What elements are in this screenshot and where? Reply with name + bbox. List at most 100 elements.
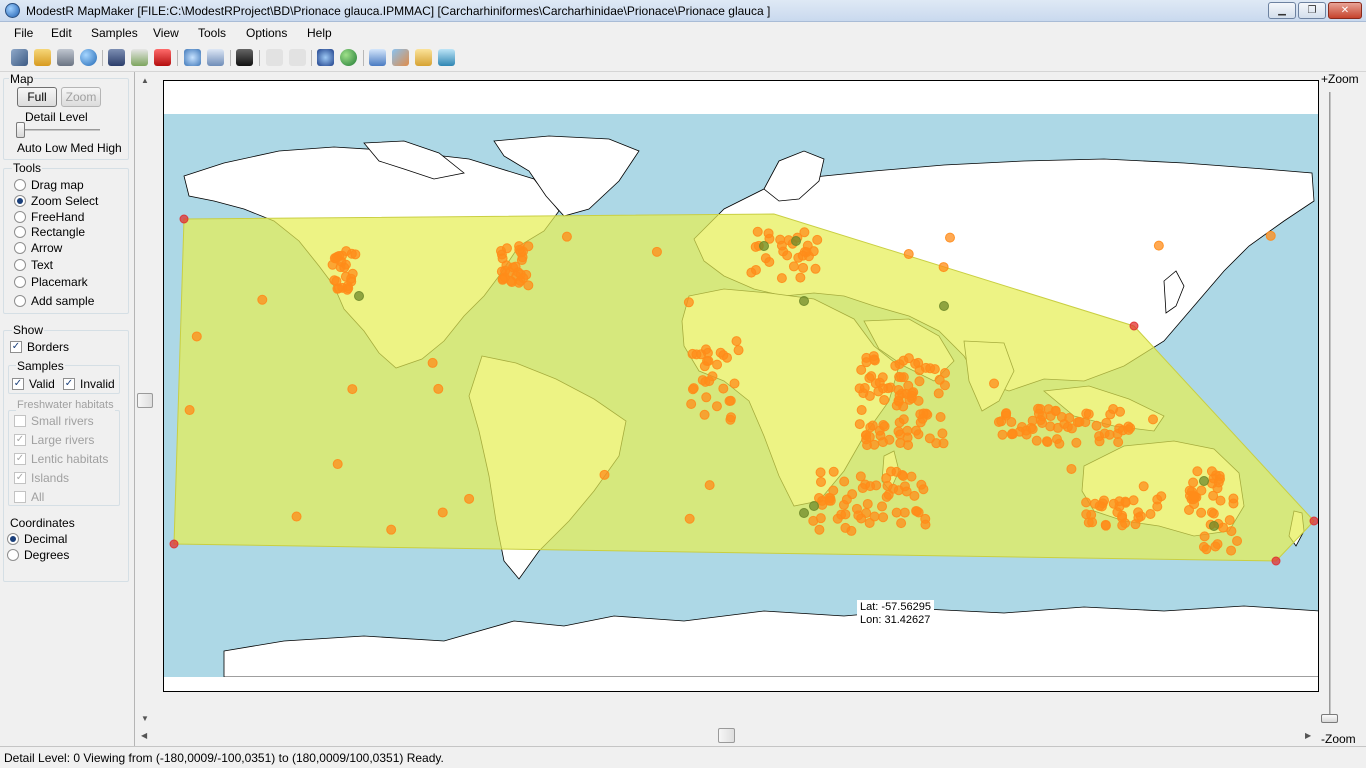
horizontal-scroll-thumb[interactable] (718, 728, 735, 743)
sample-point (386, 524, 397, 535)
zoom-button[interactable]: Zoom (61, 87, 101, 107)
minimize-button[interactable]: ▁ (1268, 2, 1296, 19)
save-icon[interactable] (108, 49, 125, 66)
map-bottom-margin (164, 677, 1318, 691)
all-checkbox[interactable]: All (14, 489, 118, 505)
tool-placemark[interactable]: Placemark (14, 274, 124, 290)
sample-point (699, 409, 710, 420)
zoom-track[interactable] (1329, 92, 1331, 717)
menu-samples[interactable]: Samples (91, 26, 138, 40)
refresh-icon[interactable] (369, 49, 386, 66)
sample-point (464, 493, 475, 504)
tool-text[interactable]: Text (14, 257, 124, 273)
tool-drag-map[interactable]: Drag map (14, 177, 124, 193)
redo-icon[interactable] (289, 49, 306, 66)
sample-point (859, 383, 870, 394)
sample-point (1271, 556, 1281, 566)
sample-point (257, 294, 268, 305)
sample-point (684, 513, 695, 524)
sample-point (1113, 437, 1124, 448)
tool-freehand[interactable]: FreeHand (14, 209, 124, 225)
vertical-scroll-thumb[interactable] (137, 393, 153, 408)
lentic-habitats-checkbox[interactable]: ✓ Lentic habitats (14, 451, 118, 467)
scroll-left-icon[interactable]: ◀ (141, 731, 147, 740)
edit-icon[interactable] (207, 49, 224, 66)
islands-checkbox[interactable]: ✓ Islands (14, 470, 118, 486)
sample-point (891, 507, 902, 518)
tool-add-sample[interactable]: Add sample (14, 293, 124, 309)
detail-slider-thumb[interactable] (16, 122, 25, 138)
vertical-scrollbar[interactable]: ▲ ▼ (137, 72, 153, 727)
zoom-thumb[interactable] (1321, 714, 1338, 723)
borders-checkbox[interactable]: ✓ Borders (10, 339, 120, 355)
sample-point (718, 383, 729, 394)
zoom-out-label[interactable]: -Zoom (1321, 732, 1356, 746)
world-map[interactable] (164, 81, 1319, 692)
small-rivers-checkbox[interactable]: Small rivers (14, 413, 118, 429)
large-rivers-checkbox[interactable]: ✓ Large rivers (14, 432, 118, 448)
sample-point (1145, 509, 1156, 520)
world-icon[interactable] (340, 49, 357, 66)
menu-tools[interactable]: Tools (198, 26, 226, 40)
close-button[interactable]: ✕ (1328, 2, 1362, 19)
sample-point (854, 419, 865, 430)
print-icon[interactable] (57, 49, 74, 66)
sample-point (1051, 434, 1062, 445)
layers-icon[interactable] (392, 49, 409, 66)
radio-selected-icon (7, 533, 19, 545)
sample-point (1007, 428, 1018, 439)
sample-point (1152, 501, 1163, 512)
tool-zoom-select[interactable]: Zoom Select (14, 193, 124, 209)
sample-point (179, 214, 189, 224)
new-map-icon[interactable] (11, 49, 28, 66)
sample-point (686, 398, 697, 409)
sample-point (841, 494, 852, 505)
globe-icon[interactable] (80, 49, 97, 66)
invalid-checkbox[interactable]: ✓ Invalid (63, 376, 119, 392)
valid-checkbox[interactable]: ✓ Valid (12, 376, 62, 392)
sample-point (903, 249, 914, 260)
undo-icon[interactable] (266, 49, 283, 66)
sample-point (1189, 499, 1200, 510)
scroll-up-icon[interactable]: ▲ (141, 76, 149, 85)
menu-options[interactable]: Options (246, 26, 287, 40)
sample-point (354, 291, 364, 301)
sample-point (1050, 406, 1061, 417)
menu-edit[interactable]: Edit (51, 26, 72, 40)
horizontal-scrollbar[interactable]: ◀ ▶ (137, 728, 1317, 744)
open-icon[interactable] (34, 49, 51, 66)
maximize-button[interactable]: ❐ (1298, 2, 1326, 19)
export-icon[interactable] (131, 49, 148, 66)
sample-point (346, 248, 357, 259)
menu-help[interactable]: Help (307, 26, 332, 40)
tool-rectangle[interactable]: Rectangle (14, 224, 124, 240)
zoom-rail: +Zoom -Zoom (1319, 72, 1366, 746)
sample-point (1129, 321, 1139, 331)
menu-file[interactable]: File (14, 26, 33, 40)
sample-point (918, 408, 929, 419)
sample-point (1199, 476, 1209, 486)
menu-view[interactable]: View (153, 26, 179, 40)
sample-point (1265, 230, 1276, 241)
scroll-down-icon[interactable]: ▼ (141, 714, 149, 723)
import-icon[interactable] (438, 49, 455, 66)
full-button[interactable]: Full (17, 87, 57, 107)
save-red-icon[interactable] (154, 49, 171, 66)
query-icon[interactable] (184, 49, 201, 66)
tool-arrow[interactable]: Arrow (14, 240, 124, 256)
sample-point (1148, 414, 1159, 425)
map-canvas[interactable]: Lat: -57.56295 Lon: 31.42627 (163, 80, 1319, 692)
zoom-in-label[interactable]: +Zoom (1321, 72, 1359, 86)
folder-icon[interactable] (415, 49, 432, 66)
check-icon: ✓ (12, 378, 24, 390)
check-icon: ✓ (14, 453, 26, 465)
sample-point (1031, 435, 1042, 446)
coord-degrees[interactable]: Degrees (7, 547, 117, 563)
sample-point (799, 296, 809, 306)
coord-decimal[interactable]: Decimal (7, 531, 117, 547)
sample-point (925, 363, 936, 374)
camera-icon[interactable] (236, 49, 253, 66)
search-map-icon[interactable] (317, 49, 334, 66)
sample-point (899, 507, 910, 518)
scroll-right-icon[interactable]: ▶ (1305, 731, 1311, 740)
